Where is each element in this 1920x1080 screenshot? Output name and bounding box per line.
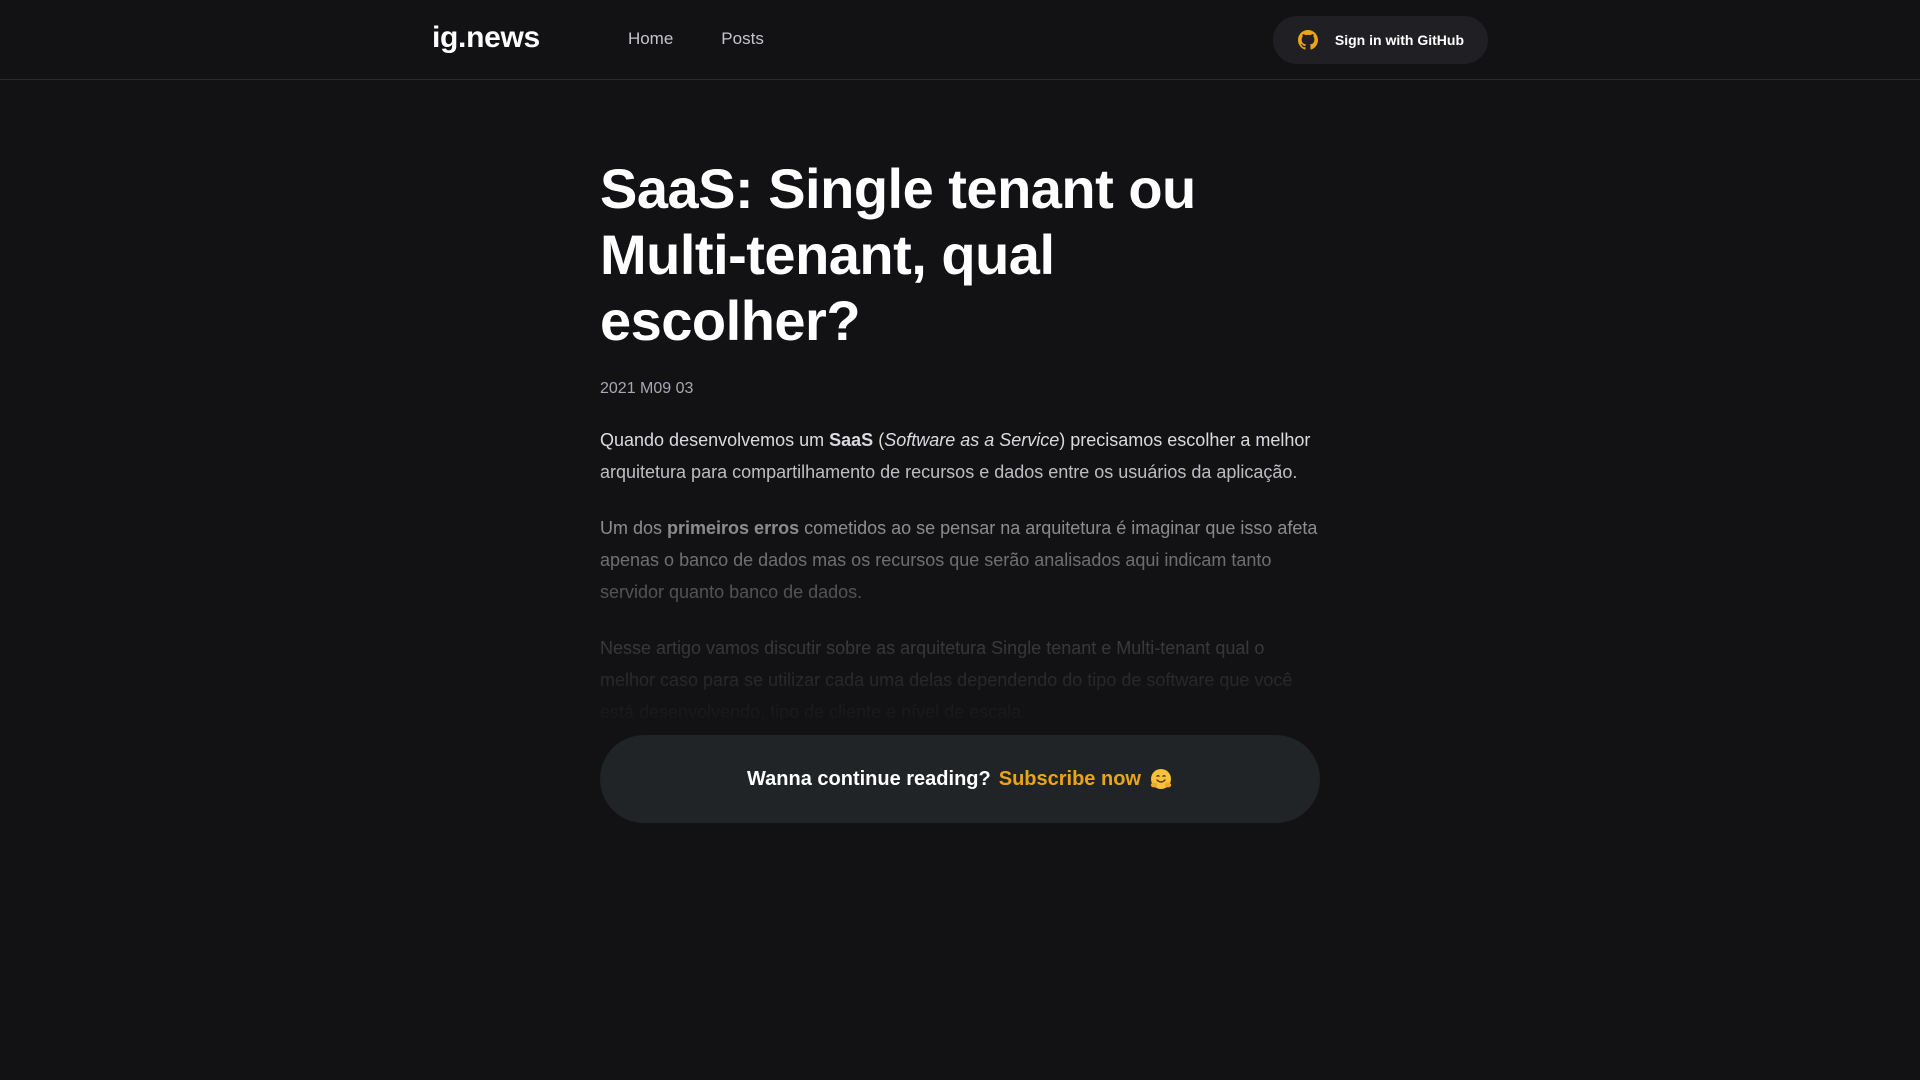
- paragraph-1: Quando desenvolvemos um SaaS (Software a…: [600, 424, 1320, 488]
- article-content-preview: Quando desenvolvemos um SaaS (Software a…: [600, 424, 1320, 728]
- nav-link-posts[interactable]: Posts: [721, 29, 764, 49]
- subscribe-now-link[interactable]: Subscribe now: [999, 768, 1141, 791]
- text: Quando desenvolvemos um: [600, 430, 830, 450]
- article: SaaS: Single tenant ou Multi-tenant, qua…: [600, 156, 1320, 752]
- text: (: [873, 430, 885, 450]
- continue-reading-banner: Wanna continue reading? Subscribe now: [600, 735, 1320, 823]
- sign-in-label: Sign in with GitHub: [1334, 32, 1464, 48]
- article-title: SaaS: Single tenant ou Multi-tenant, qua…: [600, 157, 1196, 352]
- hugging-face-icon: [1149, 767, 1173, 791]
- paragraph-2: Um dos primeiros erros cometidos ao se p…: [600, 512, 1320, 608]
- main-nav: Home Posts: [628, 0, 812, 80]
- top-header: ig.news Home Posts Sign in with GitHub: [0, 0, 1920, 80]
- article-date: 2021 M09 03: [600, 380, 694, 397]
- italic-software-as-a-service: Software as a Service: [884, 430, 1060, 450]
- bold-primeiros-erros: primeiros erros: [667, 518, 800, 538]
- site-logo[interactable]: ig.news: [432, 21, 540, 55]
- sign-in-github-button[interactable]: Sign in with GitHub: [1272, 16, 1488, 64]
- github-icon: [1297, 29, 1319, 51]
- text: Um dos: [600, 518, 668, 538]
- header-container: ig.news Home Posts Sign in with GitHub: [432, 0, 1488, 80]
- continue-reading-text: Wanna continue reading?: [747, 767, 991, 790]
- paragraph-3: Nesse artigo vamos discutir sobre as arq…: [600, 638, 1293, 722]
- bold-saas: SaaS: [829, 430, 874, 450]
- nav-link-home[interactable]: Home: [628, 29, 673, 49]
